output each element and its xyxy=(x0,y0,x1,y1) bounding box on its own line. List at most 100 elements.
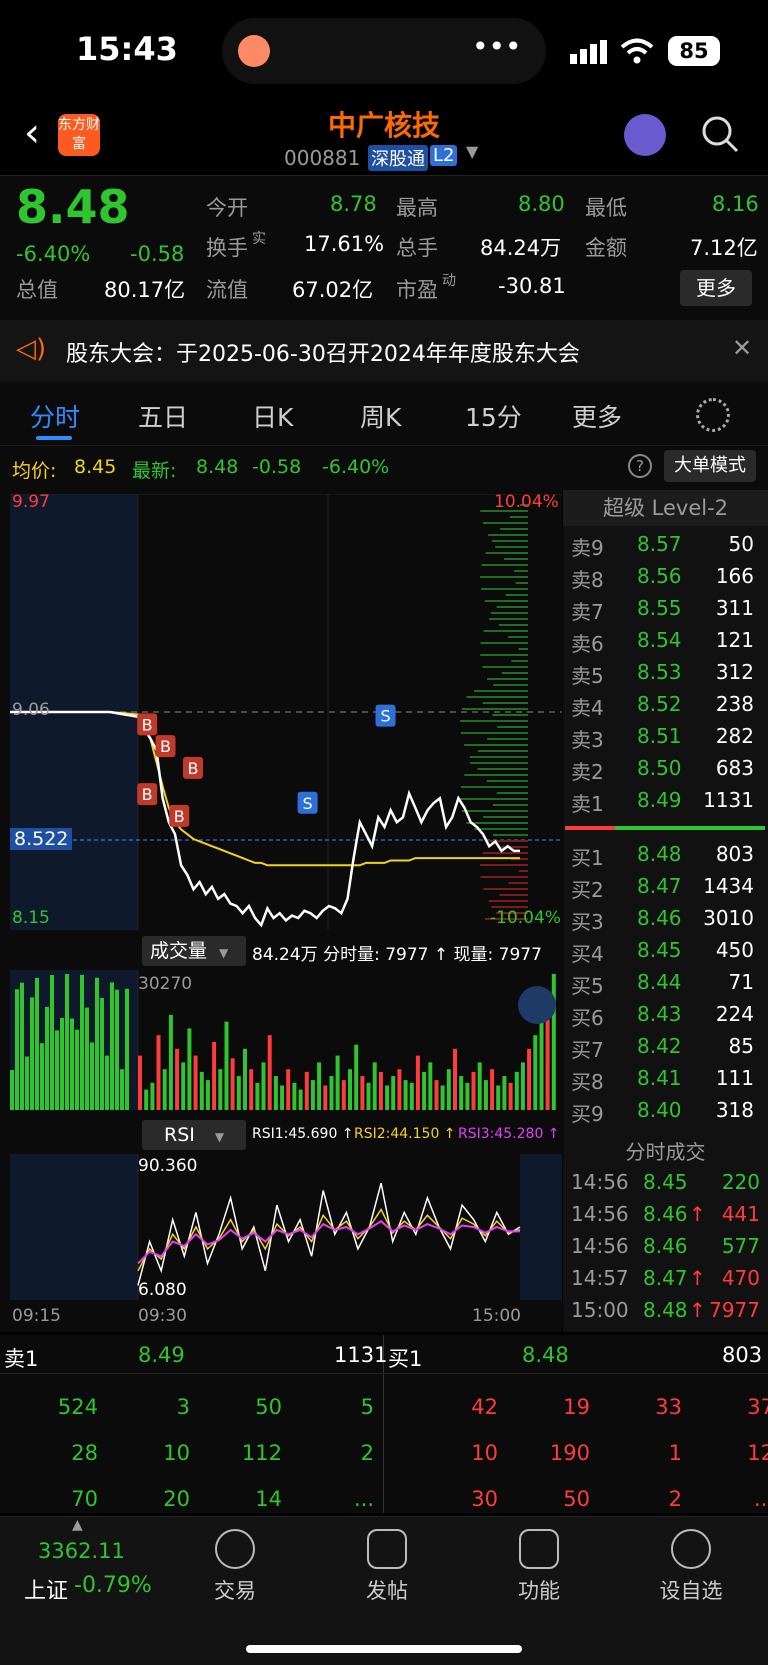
level-price: 8.40 xyxy=(637,1098,682,1122)
depth-bar xyxy=(466,696,528,698)
ask-row[interactable]: 卖3 8.51 282 xyxy=(563,720,768,752)
home-indicator xyxy=(246,1645,522,1653)
help-icon[interactable]: ? xyxy=(628,454,652,478)
notice-bar[interactable]: ◁) 股东大会：于2025-06-30召开2024年年度股东大会 ✕ xyxy=(0,320,768,382)
depth-bar xyxy=(509,516,528,518)
volume-bar xyxy=(317,1062,322,1110)
ask-row[interactable]: 卖2 8.50 683 xyxy=(563,752,768,784)
chart-tabs: 分时 五日 日K 周K 15分 更多 xyxy=(0,382,768,446)
nav-watchlist[interactable]: 设自选 xyxy=(636,1529,746,1605)
tab-weekly-k[interactable]: 周K xyxy=(360,398,401,434)
index-name[interactable]: 上证 xyxy=(24,1573,68,1605)
time-label-0930: 09:30 xyxy=(138,1306,187,1326)
depth-bar xyxy=(470,762,528,764)
ask-row[interactable]: 卖1 8.49 1131 xyxy=(563,784,768,816)
depth-bar xyxy=(480,876,528,878)
queue-order-volume: 3 xyxy=(176,1395,190,1419)
level2-panel: 超级 Level-2 卖9 8.57 50 卖8 8.56 166 卖7 8.55 311 卖6 8… xyxy=(563,490,768,1332)
bid-row[interactable]: 买3 8.46 3010 xyxy=(563,902,768,934)
ask-row[interactable]: 卖5 8.53 312 xyxy=(563,656,768,688)
settings-gear-icon[interactable] xyxy=(696,398,730,432)
tab-intraday[interactable]: 分时 xyxy=(30,398,80,434)
volume-bar xyxy=(80,974,84,1110)
more-circle-icon xyxy=(671,1529,711,1569)
dropdown-icon[interactable]: ▼ xyxy=(466,142,478,161)
robot-assistant-icon[interactable] xyxy=(624,114,666,156)
price-chart[interactable]: BBBBBSS xyxy=(10,494,562,930)
bid-row[interactable]: 买8 8.41 111 xyxy=(563,1062,768,1094)
index-change[interactable]: -0.79% xyxy=(74,1573,152,1598)
mktcap-value: 80.17亿 xyxy=(104,278,186,302)
bid-row[interactable]: 买7 8.42 85 xyxy=(563,1030,768,1062)
depth-bar xyxy=(488,900,528,902)
pct-top-label: 10.04% xyxy=(494,492,559,512)
volume-bar xyxy=(465,1082,470,1110)
rsi2-value: RSI2:44.150 ↑ xyxy=(354,1126,456,1142)
big-order-mode-button[interactable]: 大单模式 xyxy=(664,450,756,482)
volume-bar xyxy=(323,1085,328,1110)
turnover-label: 换手 xyxy=(206,236,248,260)
ask-row[interactable]: 卖6 8.54 121 xyxy=(563,624,768,656)
bid-row[interactable]: 买5 8.44 71 xyxy=(563,966,768,998)
queue-order-volume: ... xyxy=(753,1487,768,1511)
close-icon[interactable]: ✕ xyxy=(732,334,752,362)
volume-bar xyxy=(85,1007,89,1110)
level-volume: 1131 xyxy=(703,788,754,812)
level-label: 买3 xyxy=(571,910,604,934)
ask-row[interactable]: 卖7 8.55 311 xyxy=(563,592,768,624)
trade-markers: BBBBBSS xyxy=(137,704,396,827)
bid-row[interactable]: 买9 8.40 318 xyxy=(563,1094,768,1126)
bid-row[interactable]: 买4 8.45 450 xyxy=(563,934,768,966)
level-label: 买8 xyxy=(571,1070,604,1094)
more-button[interactable]: 更多 xyxy=(680,270,752,306)
depth-bar xyxy=(466,822,528,824)
depth-bar xyxy=(492,540,528,542)
ask-row[interactable]: 卖4 8.52 238 xyxy=(563,688,768,720)
nav-post[interactable]: 发帖 xyxy=(332,1529,442,1605)
queue-order-volume: 2 xyxy=(360,1441,374,1465)
volume-bar xyxy=(403,1080,408,1110)
volume-bar xyxy=(156,1035,161,1110)
turnover-sup: 实 xyxy=(252,231,266,247)
nav-trade[interactable]: 交易 xyxy=(180,1529,290,1605)
volume-bar xyxy=(181,1062,186,1110)
search-icon[interactable] xyxy=(700,114,740,154)
status-time: 15:43 xyxy=(76,30,178,68)
queue-buy-price: 8.48 xyxy=(522,1343,569,1367)
level-volume: 803 xyxy=(715,842,754,866)
last-price: 8.48 xyxy=(16,180,130,234)
bid-row[interactable]: 买6 8.43 224 xyxy=(563,998,768,1030)
level-volume: 224 xyxy=(715,1002,754,1026)
chart-area[interactable]: BBBBBSS 9.97 8.15 10.04% -10.04% 9.06 8.… xyxy=(0,490,562,1332)
volume-indicator-select[interactable]: 成交量 ▼ xyxy=(142,936,246,966)
tab-daily-k[interactable]: 日K xyxy=(252,398,293,434)
trades-title[interactable]: 分时成交 xyxy=(563,1136,768,1165)
queue-order-volume: 12 xyxy=(747,1441,768,1465)
level-volume: 85 xyxy=(728,1034,754,1058)
tab-more[interactable]: 更多 xyxy=(572,398,622,434)
volume-bar xyxy=(280,1085,285,1110)
ask-row[interactable]: 卖8 8.56 166 xyxy=(563,560,768,592)
tab-15min[interactable]: 15分 xyxy=(465,398,522,434)
volume-bar xyxy=(273,1076,278,1110)
queue-order-volume: 5 xyxy=(360,1395,374,1419)
level-volume: 1434 xyxy=(703,874,754,898)
depth-bar xyxy=(460,798,528,800)
volume-bar xyxy=(490,1069,495,1110)
queue-buy-label: 买1 xyxy=(388,1347,423,1371)
index-value[interactable]: 3362.11 xyxy=(38,1539,125,1563)
volume-bar xyxy=(348,1069,352,1110)
ask-row[interactable]: 卖9 8.57 50 xyxy=(563,528,768,560)
expand-icon[interactable] xyxy=(518,986,556,1024)
rsi-indicator-select[interactable]: RSI ▼ xyxy=(142,1120,246,1150)
bid-row[interactable]: 买2 8.47 1434 xyxy=(563,870,768,902)
volume-bar xyxy=(100,997,104,1110)
level-label: 买2 xyxy=(571,878,604,902)
tab-five-day[interactable]: 五日 xyxy=(138,398,188,434)
volume-bar xyxy=(520,1062,525,1110)
prev-close-label: 9.06 xyxy=(12,700,50,720)
more-dots-icon: ••• xyxy=(472,30,522,63)
nav-functions[interactable]: 功能 xyxy=(484,1529,594,1605)
queue-sell-vol: 1131 xyxy=(334,1343,388,1367)
bid-row[interactable]: 买1 8.48 803 xyxy=(563,838,768,870)
